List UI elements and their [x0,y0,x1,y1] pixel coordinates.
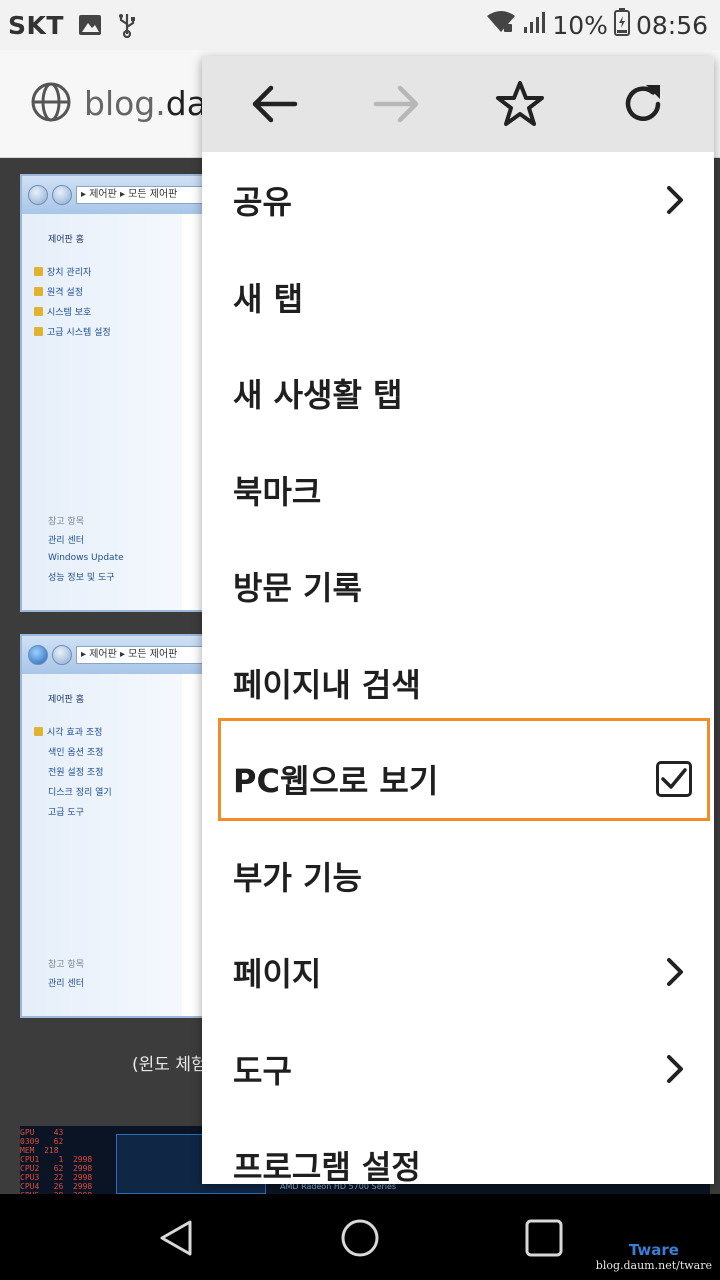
menu-item-new-tab[interactable]: 새 탭 [202,249,714,346]
sidebar-header: 제어판 홈 [48,235,84,245]
image-caption: (윈도 체험 [132,1055,207,1075]
menu-item-request-desktop-site[interactable]: PC웹으로 보기 [202,731,714,828]
image-icon [78,14,102,36]
menu-item-tools[interactable]: 도구 [202,1021,714,1118]
menu-item-label: PC웹으로 보기 [233,762,439,801]
shield-icon [34,267,43,276]
menu-item-label: 페이지내 검색 [233,665,421,704]
menu-item-label: 도구 [233,1051,292,1090]
control-panel-screenshot-1: ▸ 제어판 ▸ 모든 제어판 제어판 홈 장치 관리자 원격 설정 시스템 보호… [20,174,220,612]
battery-icon [613,8,630,42]
sidebar-link: 색인 옵션 조정 [48,748,104,758]
bookmark-button[interactable] [488,72,552,136]
system-nav-bar: Tware blog.daum.net/tware [0,1194,720,1280]
menu-item-label: 부가 기능 [233,858,362,897]
menu-item-page[interactable]: 페이지 [202,924,714,1021]
explorer-address: ▸ 제어판 ▸ 모든 제어판 [76,186,218,204]
sidebar-link: 고급 도구 [48,808,84,818]
sidebar-header: 제어판 홈 [48,695,84,705]
watermark: Tware blog.daum.net/tware [596,1241,712,1272]
see-also: 참고 항목 관리 센터 Windows Update 성능 정보 및 도구 [48,514,124,590]
menu-item-label: 방문 기록 [233,569,362,608]
forward-ball-icon [52,645,72,665]
chevron-right-icon [667,1054,683,1083]
see-also-link: Windows Update [48,553,124,563]
home-circle-icon [341,1219,379,1257]
carrier-label: SKT [8,10,64,40]
nav-back-button[interactable] [154,1216,198,1260]
signal-icon [522,10,546,40]
menu-item-label: 공유 [233,183,292,222]
shield-icon [34,307,43,316]
sidebar-link: 시각 효과 조정 [34,725,182,738]
explorer-titlebar: ▸ 제어판 ▸ 모든 제어판 [22,636,218,674]
watermark-title: Tware [628,1241,679,1259]
explorer-sidebar: 제어판 홈 장치 관리자 원격 설정 시스템 보호 고급 시스템 설정 참고 항… [22,214,182,610]
menu-item-history[interactable]: 방문 기록 [202,538,714,635]
menu-item-label: 프로그램 설정 [233,1148,421,1184]
see-also-link: 관리 센터 [48,536,84,546]
chevron-right-icon [667,186,683,215]
sidebar-link: 장치 관리자 [34,265,182,278]
browser-overflow-menu: 공유 새 탭 새 사생활 탭 북마크 방문 기록 페이지내 검색 PC웹으로 보… [202,56,714,1184]
menu-item-label: 새 탭 [233,279,304,318]
see-also-link: 관리 센터 [48,979,84,989]
shield-icon [34,327,43,336]
menu-item-find-in-page[interactable]: 페이지내 검색 [202,635,714,732]
url-prefix: blog. [84,84,166,123]
checkmark-icon [661,768,687,789]
bookmark-star-icon [495,81,544,126]
back-arrow-icon [252,85,297,123]
menu-item-new-private-tab[interactable]: 새 사생활 탭 [202,345,714,442]
back-triangle-icon [160,1220,192,1256]
menu-item-label: 새 사생활 탭 [233,376,403,415]
sidebar-link: 고급 시스템 설정 [34,325,182,338]
menu-item-add-ons[interactable]: 부가 기능 [202,828,714,925]
back-ball-icon [28,185,48,205]
see-also: 참고 항목 관리 센터 [48,957,84,996]
wifi-icon [486,10,516,40]
watermark-url: blog.daum.net/tware [595,1259,712,1272]
status-bar: SKT 10% 08:56 [0,0,720,50]
reload-button[interactable] [611,72,675,136]
nav-recents-button[interactable] [522,1216,566,1260]
menu-items: 공유 새 탭 새 사생활 탭 북마크 방문 기록 페이지내 검색 PC웹으로 보… [202,152,714,1184]
gpu-stats: GPU 43 0309 62 MEM 218 CPU1 1 2998 CPU2 … [20,1128,93,1194]
forward-ball-icon [52,185,72,205]
explorer-titlebar: ▸ 제어판 ▸ 모든 제어판 [22,176,218,214]
menu-item-share[interactable]: 공유 [202,152,714,249]
forward-arrow-icon [373,85,418,123]
back-button[interactable] [242,72,306,136]
clock: 08:56 [635,10,708,40]
sidebar-link: 시스템 보호 [34,305,182,318]
menu-item-label: 페이지 [233,955,322,994]
recents-square-icon [525,1219,563,1257]
menu-item-label: 북마크 [233,472,322,511]
sidebar-link: 원격 설정 [34,285,182,298]
see-also-title: 참고 항목 [48,960,84,970]
menu-nav-row [202,56,714,152]
sidebar-link: 전원 설정 조정 [48,768,104,778]
explorer-sidebar: 제어판 홈 시각 효과 조정 색인 옵션 조정 전원 설정 조정 디스크 정리 … [22,674,182,1016]
status-right: 10% 08:56 [486,8,708,42]
sidebar-link: 디스크 정리 열기 [48,788,112,798]
menu-item-bookmarks[interactable]: 북마크 [202,442,714,539]
battery-level: 10% [552,10,608,40]
control-panel-screenshot-2: ▸ 제어판 ▸ 모든 제어판 제어판 홈 시각 효과 조정 색인 옵션 조정 전… [20,634,220,1018]
see-also-link: 성능 정보 및 도구 [48,573,115,583]
desktop-site-checkbox[interactable] [656,761,692,798]
explorer-address: ▸ 제어판 ▸ 모든 제어판 [76,646,218,664]
see-also-title: 참고 항목 [48,517,84,527]
nav-home-button[interactable] [338,1216,382,1260]
shield-icon [34,727,43,736]
reload-icon [625,85,660,121]
menu-item-settings[interactable]: 프로그램 설정 [202,1117,714,1184]
usb-icon [116,12,138,38]
forward-button[interactable] [365,72,429,136]
globe-icon [30,81,72,127]
back-ball-icon [28,645,48,665]
chevron-right-icon [667,958,683,987]
shield-icon [34,287,43,296]
